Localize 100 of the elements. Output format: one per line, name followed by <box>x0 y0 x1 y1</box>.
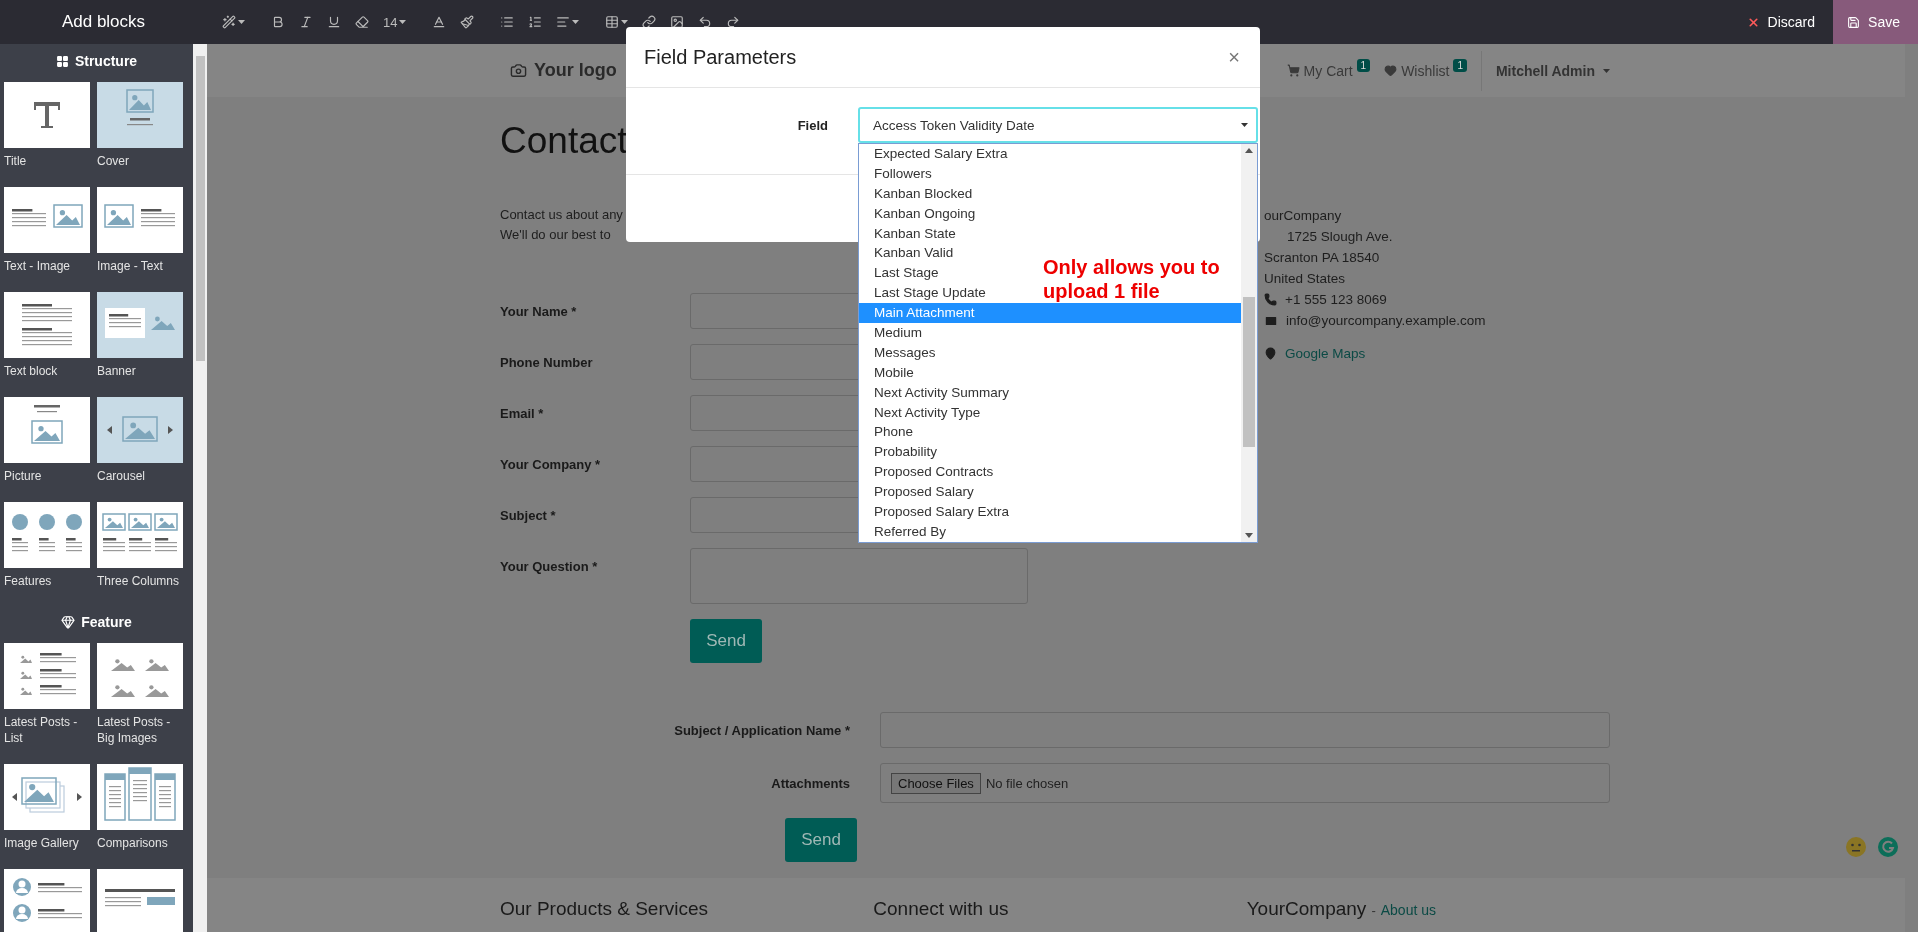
intro-text: Contact us about any <box>500 206 623 224</box>
close-button[interactable]: × <box>1224 45 1244 69</box>
address-text: info@yourcompany.example.com <box>1286 312 1486 330</box>
dropdown-option[interactable]: Messages <box>874 342 936 363</box>
block-thumbnail[interactable] <box>4 397 90 463</box>
block-thumbnail[interactable] <box>97 292 183 358</box>
separator-text: - <box>1371 903 1376 918</box>
dropdown-option[interactable]: Referred By <box>874 521 947 542</box>
send-button[interactable]: Send <box>785 818 857 862</box>
block-thumbnail[interactable] <box>97 502 183 568</box>
block-label: Title <box>4 153 28 169</box>
block-thumbnail[interactable] <box>97 82 183 148</box>
table-icon <box>605 15 620 29</box>
choose-files-button[interactable]: Choose Files <box>891 772 981 794</box>
block-label: Latest Posts - List <box>4 714 79 746</box>
section-title: Feature <box>81 614 132 630</box>
caret-icon <box>1241 123 1248 127</box>
page-heading: Contact <box>500 119 628 163</box>
align-left-icon <box>556 15 571 29</box>
send-button[interactable]: Send <box>690 619 762 663</box>
address-text: 1725 Slough Ave. <box>1287 228 1393 246</box>
field-label: Subject / Application Name * <box>673 722 850 738</box>
footer-heading: YourCompany <box>1246 898 1367 920</box>
block-thumbnail[interactable] <box>4 764 90 830</box>
dropdown-option[interactable]: Last Stage Update <box>874 283 986 304</box>
logo-text[interactable]: Your logo <box>534 60 617 81</box>
save-icon <box>1847 15 1861 29</box>
block-label: Image Gallery <box>4 835 80 851</box>
dropdown-option[interactable]: Proposed Contracts <box>874 462 994 483</box>
dropdown-option[interactable]: Next Activity Type <box>874 402 981 423</box>
heart-icon <box>1384 64 1398 77</box>
block-thumbnail[interactable] <box>4 292 90 358</box>
nav-link[interactable]: Wishlist 1 <box>1384 62 1467 79</box>
caret-icon <box>1603 68 1610 73</box>
address-text: United States <box>1264 270 1346 288</box>
block-thumbnail[interactable] <box>97 869 183 932</box>
dropdown-option[interactable]: Probability <box>874 442 938 463</box>
dropdown-option[interactable]: Kanban Blocked <box>874 183 973 204</box>
count-badge: 1 <box>1453 58 1467 72</box>
font-size-dropdown[interactable]: 14 <box>378 10 412 34</box>
nav-link[interactable]: My Cart 1 <box>1286 62 1371 79</box>
dialog-title: Field Parameters <box>644 45 797 69</box>
field-select[interactable]: Access Token Validity Date <box>858 107 1258 143</box>
block-label: Banner <box>97 363 137 379</box>
block-thumbnail[interactable] <box>4 187 90 253</box>
scrollbar[interactable] <box>193 44 207 932</box>
block-thumbnail[interactable] <box>4 502 90 568</box>
panel-title: Add blocks <box>60 12 147 32</box>
block-label: Latest Posts - Big Images <box>97 714 172 746</box>
scroll-up-icon[interactable] <box>1245 148 1253 153</box>
scroll-down-icon[interactable] <box>1245 533 1253 538</box>
block-label: Comparisons <box>97 835 169 851</box>
save-button[interactable]: Save <box>1833 0 1918 44</box>
caret-icon <box>621 20 629 24</box>
dropdown-option[interactable]: Next Activity Summary <box>874 382 1010 403</box>
dropdown-option[interactable]: Medium <box>874 323 922 343</box>
block-thumbnail[interactable] <box>97 397 183 463</box>
dropdown-option[interactable]: Proposed Salary <box>874 482 974 503</box>
dropdown-option[interactable]: Kanban Valid <box>874 243 954 264</box>
dropdown-option[interactable]: Proposed Salary Extra <box>874 502 1010 522</box>
wand-icon <box>222 15 236 29</box>
neutral-face-icon[interactable] <box>1845 836 1867 858</box>
block-label: Text - Image <box>4 258 72 274</box>
dropdown-option[interactable]: Followers <box>874 163 932 184</box>
block-thumbnail[interactable] <box>4 643 90 709</box>
field-label: Attachments <box>770 775 850 791</box>
field-label: Email * <box>500 405 545 421</box>
caret-icon <box>399 20 407 24</box>
block-label: Features <box>4 573 53 589</box>
field-label: Your Name * <box>500 303 578 319</box>
field-label: Field <box>796 117 828 133</box>
block-label: Three Columns <box>97 573 181 589</box>
block-thumbnail[interactable] <box>97 187 183 253</box>
file-status: No file chosen <box>985 775 1069 791</box>
scrollbar[interactable] <box>1241 144 1257 542</box>
block-thumbnail[interactable] <box>97 643 183 709</box>
dropdown-option[interactable]: Kanban State <box>874 223 956 244</box>
dropdown-option[interactable]: Expected Salary Extra <box>874 144 1008 164</box>
grid-icon <box>55 54 69 68</box>
cart-icon <box>1286 64 1300 77</box>
field-label: Your Company * <box>500 456 602 472</box>
camera-icon <box>510 62 527 79</box>
footer-heading: Connect with us <box>873 898 1009 920</box>
address-text: +1 555 123 8069 <box>1285 291 1387 309</box>
block-label: Picture <box>4 468 43 484</box>
address-text: ourCompany <box>1264 207 1342 225</box>
block-thumbnail[interactable] <box>4 869 90 932</box>
dropdown-option[interactable]: Kanban Ongoing <box>874 203 976 224</box>
dropdown-option[interactable]: Phone <box>874 422 914 443</box>
section-title: Structure <box>74 53 138 69</box>
dropdown-option[interactable]: Last Stage <box>874 263 939 284</box>
grammar-checker-icon[interactable] <box>1877 836 1899 858</box>
block-thumbnail[interactable] <box>4 82 90 148</box>
intro-text: We'll do our best to <box>500 226 611 244</box>
annotation-text: Only allows you to upload 1 file <box>1043 255 1221 303</box>
block-thumbnail[interactable] <box>97 764 183 830</box>
dropdown-option[interactable]: Mobile <box>874 362 914 383</box>
map-pin-icon <box>1264 347 1277 360</box>
block-label: Text block <box>4 363 59 379</box>
field-label: Your Question * <box>500 558 599 574</box>
